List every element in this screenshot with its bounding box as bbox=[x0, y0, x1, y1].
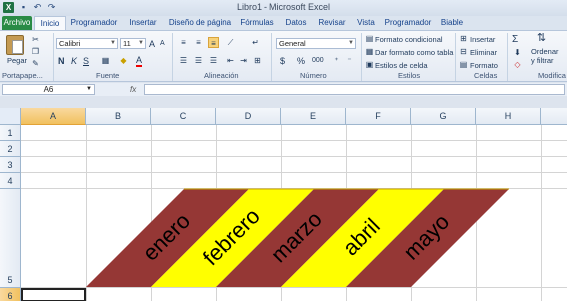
grow-font-button[interactable]: A bbox=[149, 39, 155, 49]
paste-icon[interactable] bbox=[6, 35, 24, 55]
name-box[interactable]: A6 ▼ bbox=[2, 84, 95, 95]
cut-icon[interactable]: ✂ bbox=[30, 34, 41, 45]
currency-button[interactable]: $ bbox=[280, 56, 285, 66]
tab-programador[interactable]: Programador bbox=[68, 16, 120, 30]
font-name-combo[interactable]: Calibri ▼ bbox=[56, 38, 118, 49]
group-label-editing: Modifica bbox=[538, 71, 566, 80]
conditional-format-icon: ▤ bbox=[365, 34, 374, 43]
copy-icon[interactable]: ❐ bbox=[30, 46, 41, 57]
group-label-alignment: Alineación bbox=[204, 71, 239, 80]
bold-button[interactable]: N bbox=[58, 56, 65, 66]
clear-icon[interactable]: ◇ bbox=[512, 59, 523, 70]
fill-icon[interactable]: ⬇ bbox=[512, 47, 523, 58]
align-middle-icon[interactable]: ≡ bbox=[193, 37, 204, 48]
sort-filter-button-line2[interactable]: y filtrar bbox=[531, 56, 554, 65]
paste-button[interactable]: Pegar bbox=[7, 56, 27, 65]
increase-indent-icon[interactable]: ⇥ bbox=[238, 55, 249, 66]
delete-button[interactable]: Eliminar bbox=[470, 48, 497, 57]
chevron-down-icon: ▼ bbox=[348, 40, 354, 46]
tab-vista[interactable]: Vista bbox=[353, 16, 379, 30]
cell-styles-button[interactable]: Estilos de celda bbox=[375, 61, 428, 70]
number-format-combo[interactable]: General ▼ bbox=[276, 38, 356, 49]
formula-bar: A6 ▼ fx bbox=[0, 83, 567, 96]
autosum-button[interactable]: Σ bbox=[512, 34, 518, 45]
format-painter-icon[interactable]: ✎ bbox=[30, 58, 41, 69]
selected-cell-a6[interactable] bbox=[21, 288, 86, 301]
align-right-icon[interactable]: ☰ bbox=[208, 55, 219, 66]
rotated-header-bands: enero febrero marzo abril mayo bbox=[86, 188, 509, 287]
tab-archivo[interactable]: Archivo bbox=[2, 16, 32, 30]
tab-diseno-pagina[interactable]: Diseño de página bbox=[166, 16, 234, 30]
formula-input[interactable] bbox=[144, 84, 565, 95]
cell-styles-icon: ▣ bbox=[365, 60, 374, 69]
shrink-font-button[interactable]: A bbox=[160, 40, 165, 47]
increase-decimal-icon[interactable]: ⁺ bbox=[331, 55, 342, 66]
window-title: Libro1- Microsoft Excel bbox=[236, 2, 331, 12]
borders-icon[interactable]: ▦ bbox=[100, 55, 111, 66]
ribbon-separator bbox=[507, 33, 508, 81]
orientation-icon[interactable]: ⟋ bbox=[225, 37, 236, 48]
decrease-decimal-icon[interactable]: ⁻ bbox=[344, 55, 355, 66]
group-label-cells: Celdas bbox=[474, 71, 498, 80]
sort-filter-button-line1[interactable]: Ordenar bbox=[531, 47, 559, 56]
italic-button[interactable]: K bbox=[71, 56, 77, 66]
insert-cells-icon: ⊞ bbox=[460, 34, 467, 43]
ribbon-separator bbox=[271, 33, 272, 81]
group-label-font: Fuente bbox=[96, 71, 120, 80]
group-label-clipboard: Portapape... bbox=[2, 71, 43, 80]
format-as-table-button[interactable]: Dar formato como tabla bbox=[375, 48, 453, 57]
group-label-number: Número bbox=[300, 71, 327, 80]
font-size-combo[interactable]: 11 ▼ bbox=[120, 38, 146, 49]
format-cells-icon: ▤ bbox=[459, 60, 468, 69]
fill-color-icon[interactable]: ◆ bbox=[118, 55, 129, 66]
ribbon-tabs: Archivo Inicio Programador Insertar Dise… bbox=[0, 16, 567, 30]
wrap-text-icon[interactable]: ↵ bbox=[250, 37, 261, 48]
font-name-value: Calibri bbox=[59, 39, 81, 48]
ribbon-separator bbox=[172, 33, 173, 81]
align-top-icon[interactable]: ≡ bbox=[178, 37, 189, 48]
underline-button[interactable]: S bbox=[83, 56, 89, 66]
formula-bar-gap bbox=[0, 96, 567, 108]
insert-button[interactable]: Insertar bbox=[470, 35, 495, 44]
tab-inicio[interactable]: Inicio bbox=[34, 16, 66, 30]
percent-button[interactable]: % bbox=[297, 56, 305, 66]
tab-programador-2[interactable]: Programador bbox=[382, 16, 434, 30]
tab-datos[interactable]: Datos bbox=[281, 16, 311, 30]
ribbon-separator bbox=[361, 33, 362, 81]
decrease-indent-icon[interactable]: ⇤ bbox=[225, 55, 236, 66]
chevron-down-icon: ▼ bbox=[86, 86, 92, 92]
number-format-value: General bbox=[279, 39, 306, 48]
title-bar: X ▪ ↶ ↷ Libro1- Microsoft Excel bbox=[0, 0, 567, 16]
tab-revisar[interactable]: Revisar bbox=[314, 16, 350, 30]
tab-formulas[interactable]: Fórmulas bbox=[237, 16, 277, 30]
align-bottom-icon[interactable]: ≡ bbox=[208, 37, 219, 48]
tab-biable[interactable]: Biable bbox=[439, 16, 465, 30]
insert-function-button[interactable]: fx bbox=[130, 84, 140, 95]
align-center-icon[interactable]: ☰ bbox=[193, 55, 204, 66]
sort-filter-icon: ⇅ bbox=[536, 32, 547, 44]
conditional-format-button[interactable]: Formato condicional bbox=[375, 35, 443, 44]
name-box-value: A6 bbox=[43, 85, 54, 94]
tab-insertar[interactable]: Insertar bbox=[123, 16, 163, 30]
chevron-down-icon: ▼ bbox=[110, 40, 116, 46]
format-button[interactable]: Formato bbox=[470, 61, 498, 70]
delete-cells-icon: ⊟ bbox=[460, 47, 467, 56]
ribbon-separator bbox=[455, 33, 456, 81]
font-size-value: 11 bbox=[123, 39, 131, 48]
ribbon: Pegar ✂ ❐ ✎ Portapape... Calibri ▼ 11 ▼ A … bbox=[0, 30, 567, 82]
ribbon-separator bbox=[53, 33, 54, 81]
merge-center-icon[interactable]: ⊞ bbox=[252, 55, 263, 66]
thousands-button[interactable]: 000 bbox=[312, 57, 324, 64]
group-label-styles: Estilos bbox=[398, 71, 421, 80]
chevron-down-icon: ▼ bbox=[138, 40, 144, 46]
format-table-icon: ▦ bbox=[365, 47, 374, 56]
font-color-button[interactable]: A bbox=[136, 56, 143, 67]
align-left-icon[interactable]: ☰ bbox=[178, 55, 189, 66]
worksheet[interactable]: A B C D E F G H 1 2 3 4 5 6 enero febrero… bbox=[0, 108, 567, 301]
